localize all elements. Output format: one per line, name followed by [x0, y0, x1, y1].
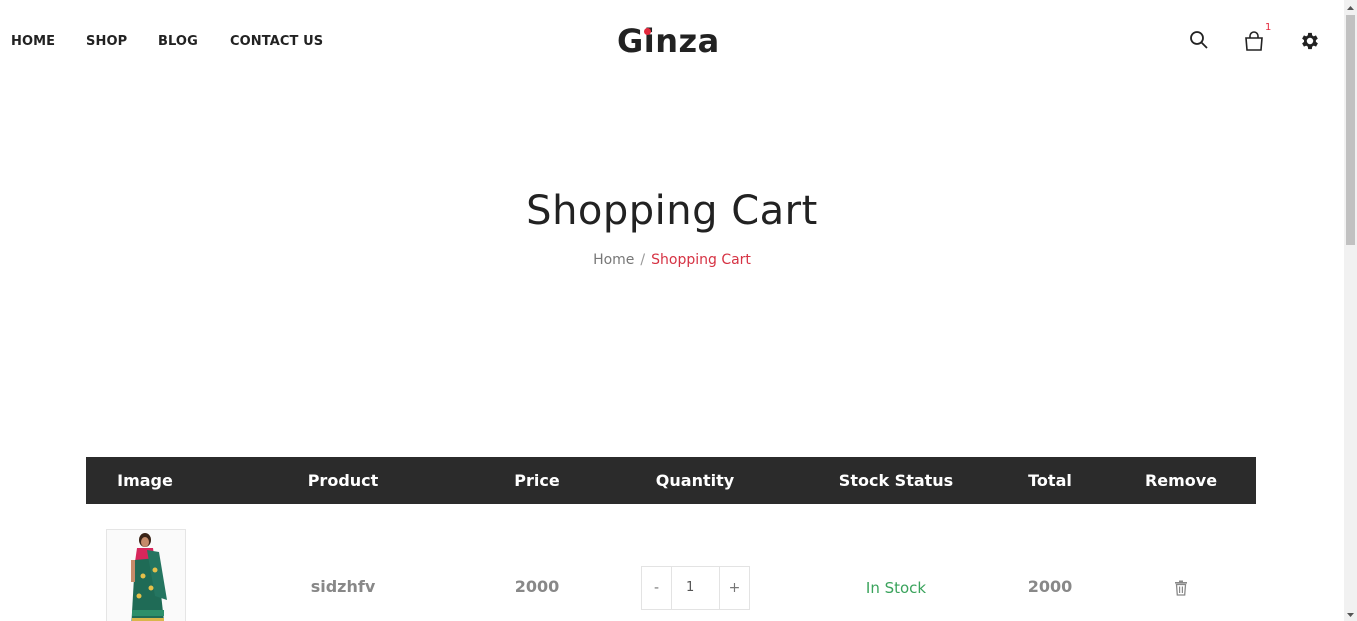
- column-header-product: Product: [307, 471, 379, 490]
- column-header-remove: Remove: [1144, 471, 1218, 490]
- site-logo[interactable]: Ginza: [617, 22, 720, 60]
- trash-icon[interactable]: [1174, 580, 1188, 596]
- column-header-stock-status: Stock Status: [838, 471, 954, 490]
- row-total: 2000: [1027, 577, 1073, 596]
- stock-status: In Stock: [865, 579, 927, 597]
- cart-count-badge: 1: [1265, 22, 1272, 33]
- nav-home-link[interactable]: HOME: [11, 34, 55, 49]
- nav-shop-link[interactable]: SHOP: [86, 34, 127, 49]
- quantity-decrease-button[interactable]: -: [642, 567, 671, 609]
- search-icon[interactable]: [1189, 30, 1211, 52]
- breadcrumb-current: Shopping Cart: [651, 252, 751, 268]
- quantity-increase-button[interactable]: +: [720, 567, 749, 609]
- nav-blog-link[interactable]: BLOG: [158, 34, 198, 49]
- column-header-image: Image: [117, 471, 173, 490]
- scrollbar-thumb[interactable]: [1346, 15, 1355, 245]
- scroll-up-arrow-icon[interactable]: [1344, 0, 1357, 14]
- gear-icon[interactable]: [1299, 30, 1321, 52]
- page-scrollbar[interactable]: [1344, 0, 1357, 621]
- breadcrumb-home-link[interactable]: Home: [593, 252, 634, 268]
- cart-table-header: Image Product Price Quantity Stock Statu…: [86, 457, 1256, 504]
- product-price: 2000: [514, 577, 560, 596]
- product-thumbnail[interactable]: [106, 529, 186, 621]
- site-header: HOME SHOP BLOG CONTACT US Ginza 1: [0, 0, 1344, 84]
- breadcrumb: Home / Shopping Cart: [0, 252, 1344, 268]
- cart-icon[interactable]: [1243, 30, 1265, 52]
- logo-text: Ginza: [617, 22, 720, 60]
- breadcrumb-separator: /: [640, 252, 646, 268]
- column-header-total: Total: [1028, 471, 1072, 490]
- column-header-quantity: Quantity: [655, 471, 735, 490]
- product-name[interactable]: sidzhfv: [311, 577, 376, 596]
- page-title: Shopping Cart: [526, 188, 818, 234]
- quantity-stepper: - 1 +: [641, 566, 750, 610]
- logo-dot: [644, 28, 651, 35]
- column-header-price: Price: [514, 471, 560, 490]
- nav-contact-link[interactable]: CONTACT US: [230, 34, 323, 49]
- quantity-input[interactable]: 1: [671, 567, 720, 609]
- scroll-down-arrow-icon[interactable]: [1344, 607, 1357, 621]
